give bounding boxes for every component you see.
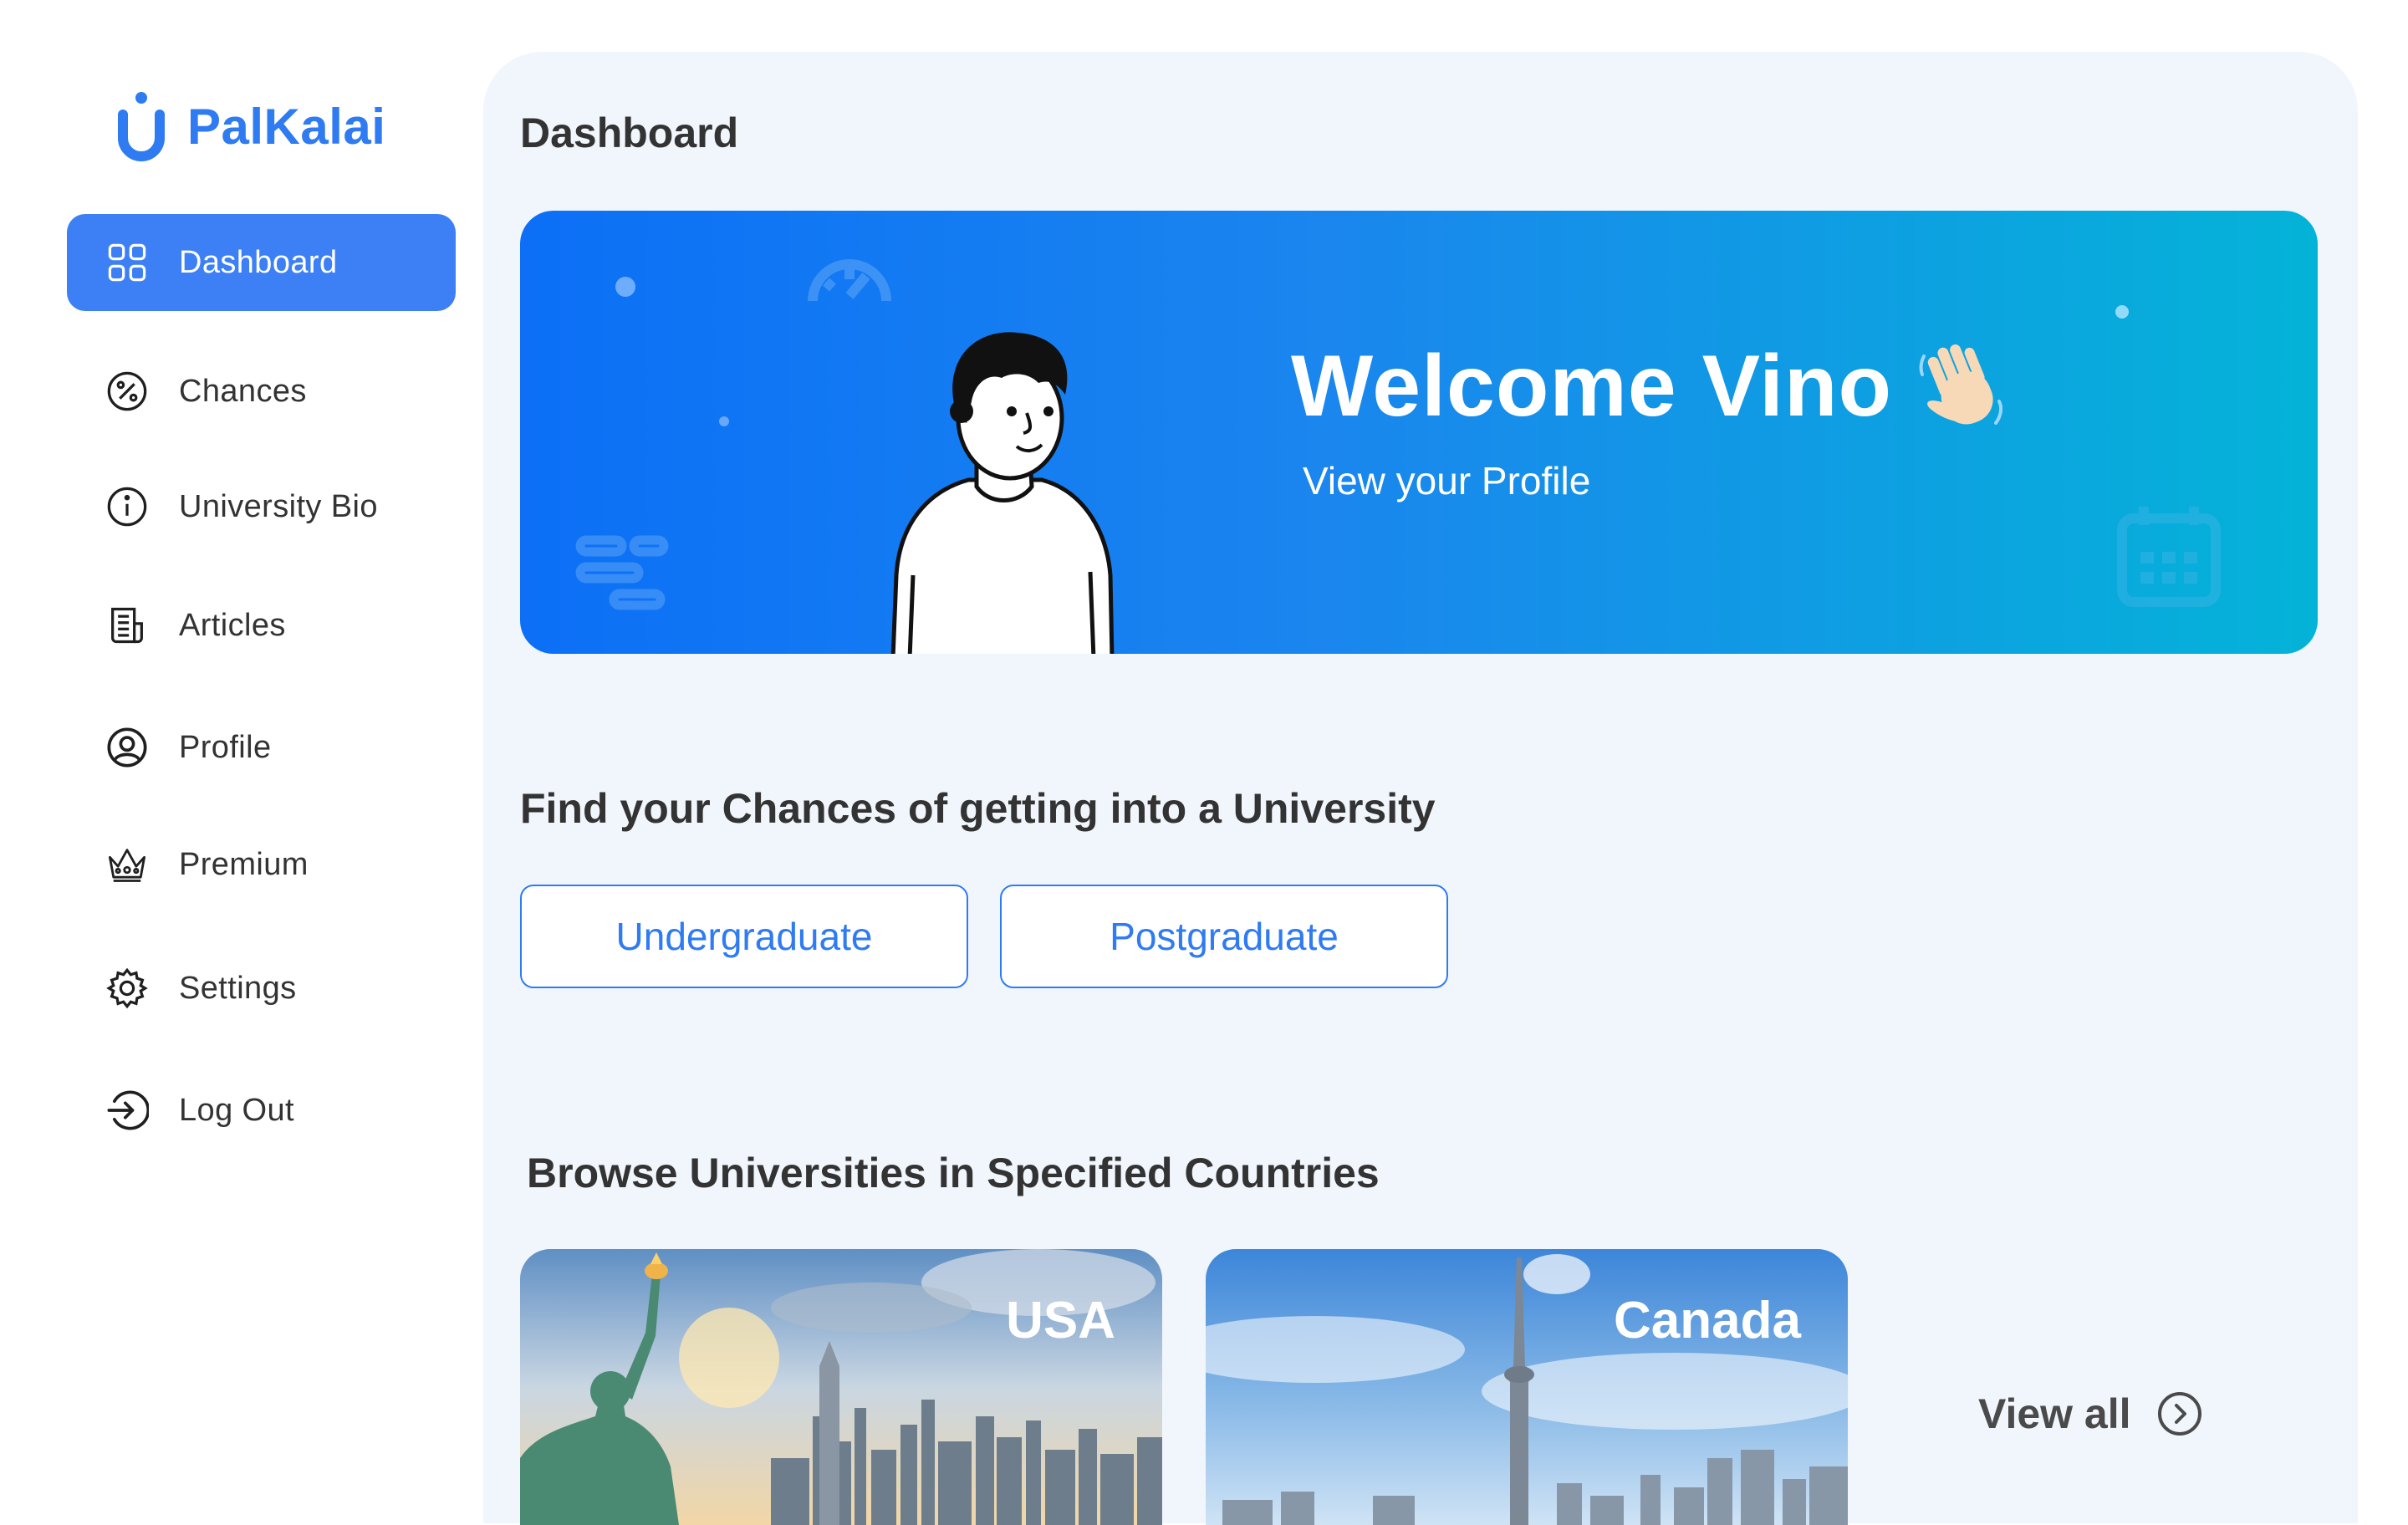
crown-icon	[104, 841, 150, 888]
view-all-label: View all	[1978, 1390, 2131, 1437]
sidebar-item-label: Chances	[179, 373, 307, 409]
newspaper-icon	[104, 602, 150, 649]
country-name-usa: USA	[1006, 1292, 1115, 1349]
country-card-usa[interactable]: USA	[520, 1249, 1162, 1525]
sidebar: PalKalai Dashboard Chances University Bi…	[0, 0, 477, 1505]
gear-icon	[104, 965, 150, 1012]
chevron-right-circle-icon	[2157, 1392, 2201, 1436]
sidebar-item-premium[interactable]: Premium	[67, 816, 456, 913]
percent-icon	[104, 368, 150, 415]
logo-icon	[118, 92, 165, 161]
country-card-canada[interactable]: Canada	[1206, 1249, 1848, 1525]
sidebar-item-settings[interactable]: Settings	[67, 940, 456, 1037]
view-profile-link[interactable]: View your Profile	[1303, 458, 1590, 503]
sidebar-item-label: Log Out	[179, 1092, 295, 1128]
waving-hand-icon	[1919, 344, 2003, 425]
sidebar-item-profile[interactable]: Profile	[67, 699, 456, 796]
grid-icon	[104, 239, 150, 286]
undergraduate-button[interactable]: Undergraduate	[520, 885, 968, 988]
country-name-canada: Canada	[1614, 1292, 1801, 1349]
sidebar-item-label: University Bio	[179, 488, 378, 524]
logout-icon	[104, 1087, 150, 1134]
page-title: Dashboard	[520, 110, 739, 156]
sidebar-item-dashboard[interactable]: Dashboard	[67, 214, 456, 311]
sidebar-item-label: Profile	[179, 729, 272, 765]
sidebar-item-chances[interactable]: Chances	[67, 343, 456, 440]
app-logo[interactable]: PalKalai	[117, 89, 385, 164]
view-all-button[interactable]: View all	[1978, 1390, 2203, 1438]
sidebar-item-university-bio[interactable]: University Bio	[67, 458, 456, 555]
info-icon	[104, 483, 150, 530]
countries-section-title: Browse Universities in Specified Countri…	[527, 1150, 1380, 1196]
sidebar-item-label: Articles	[179, 607, 286, 643]
welcome-heading: Welcome Vino	[1291, 336, 2013, 436]
chances-section-title: Find your Chances of getting into a Univ…	[520, 785, 1436, 832]
sidebar-item-label: Premium	[179, 846, 309, 882]
main-panel: Dashboard Welcome Vino View your Profile…	[483, 52, 2358, 1525]
postgraduate-button[interactable]: Postgraduate	[1000, 885, 1448, 988]
app-name: PalKalai	[187, 98, 386, 155]
user-circle-icon	[104, 724, 150, 771]
sidebar-item-articles[interactable]: Articles	[67, 577, 456, 674]
sidebar-item-log-out[interactable]: Log Out	[67, 1062, 456, 1159]
welcome-text: Welcome Vino	[1291, 337, 1893, 435]
sidebar-item-label: Settings	[179, 970, 297, 1006]
welcome-banner: Welcome Vino View your Profile	[520, 211, 2318, 654]
avatar-illustration	[890, 332, 1115, 654]
sidebar-item-label: Dashboard	[179, 244, 338, 280]
